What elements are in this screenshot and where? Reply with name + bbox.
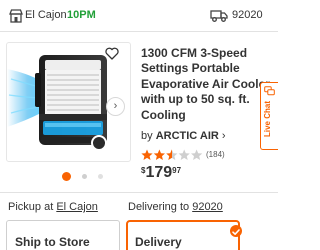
brand-prefix: by <box>141 130 153 142</box>
brand-name: ARCTIC AIR <box>155 130 219 142</box>
price-cents: 97 <box>172 166 182 175</box>
chat-bubbles-icon <box>264 86 275 96</box>
chevron-right-icon: › <box>221 130 226 142</box>
top-bar: El Cajon 10PM 92020 <box>0 0 278 32</box>
price-currency: $ <box>141 166 146 175</box>
review-count: (184) <box>206 150 225 159</box>
delivery-prefix: Delivering to <box>128 201 190 213</box>
delivery-zip[interactable]: 92020 <box>232 9 263 21</box>
store-name[interactable]: El Cajon <box>25 9 67 21</box>
delivery-label: Delivery <box>135 235 182 249</box>
pickup-location: Pickup at El Cajon <box>8 201 98 213</box>
delivery-zip-link[interactable]: 92020 <box>192 201 223 213</box>
product-title: 1300 CFM 3-Speed Settings Portable Evapo… <box>141 46 270 122</box>
delivery-location: Delivering to 92020 <box>128 201 223 213</box>
pickup-prefix: Pickup at <box>8 201 54 213</box>
pickup-store-link[interactable]: El Cajon <box>56 201 98 213</box>
store-hours: 10PM <box>67 9 96 21</box>
truck-icon[interactable] <box>210 8 228 23</box>
section-divider <box>0 192 278 193</box>
live-chat-tab[interactable]: Live Chat <box>260 82 278 150</box>
delivery-option[interactable]: Delivery <box>126 220 242 250</box>
selected-check-icon <box>230 225 242 237</box>
carousel-dot-2[interactable] <box>82 174 87 179</box>
star-rating-icon <box>141 149 203 160</box>
live-chat-label: Live Chat <box>263 101 272 138</box>
price: $17997 <box>141 164 181 182</box>
next-image-button[interactable]: › <box>106 97 125 116</box>
carousel-dot-1[interactable] <box>62 172 71 181</box>
brand-link[interactable]: by ARCTIC AIR › <box>141 130 226 142</box>
ship-to-store-label: Ship to Store <box>15 235 90 249</box>
ship-to-store-option[interactable]: Ship to Store <box>6 220 120 250</box>
carousel-dot-3[interactable] <box>98 174 103 179</box>
store-icon[interactable] <box>9 9 23 23</box>
price-dollars: 179 <box>145 164 173 181</box>
chevron-right-icon: › <box>113 100 118 112</box>
heart-outline-icon[interactable] <box>105 47 119 60</box>
